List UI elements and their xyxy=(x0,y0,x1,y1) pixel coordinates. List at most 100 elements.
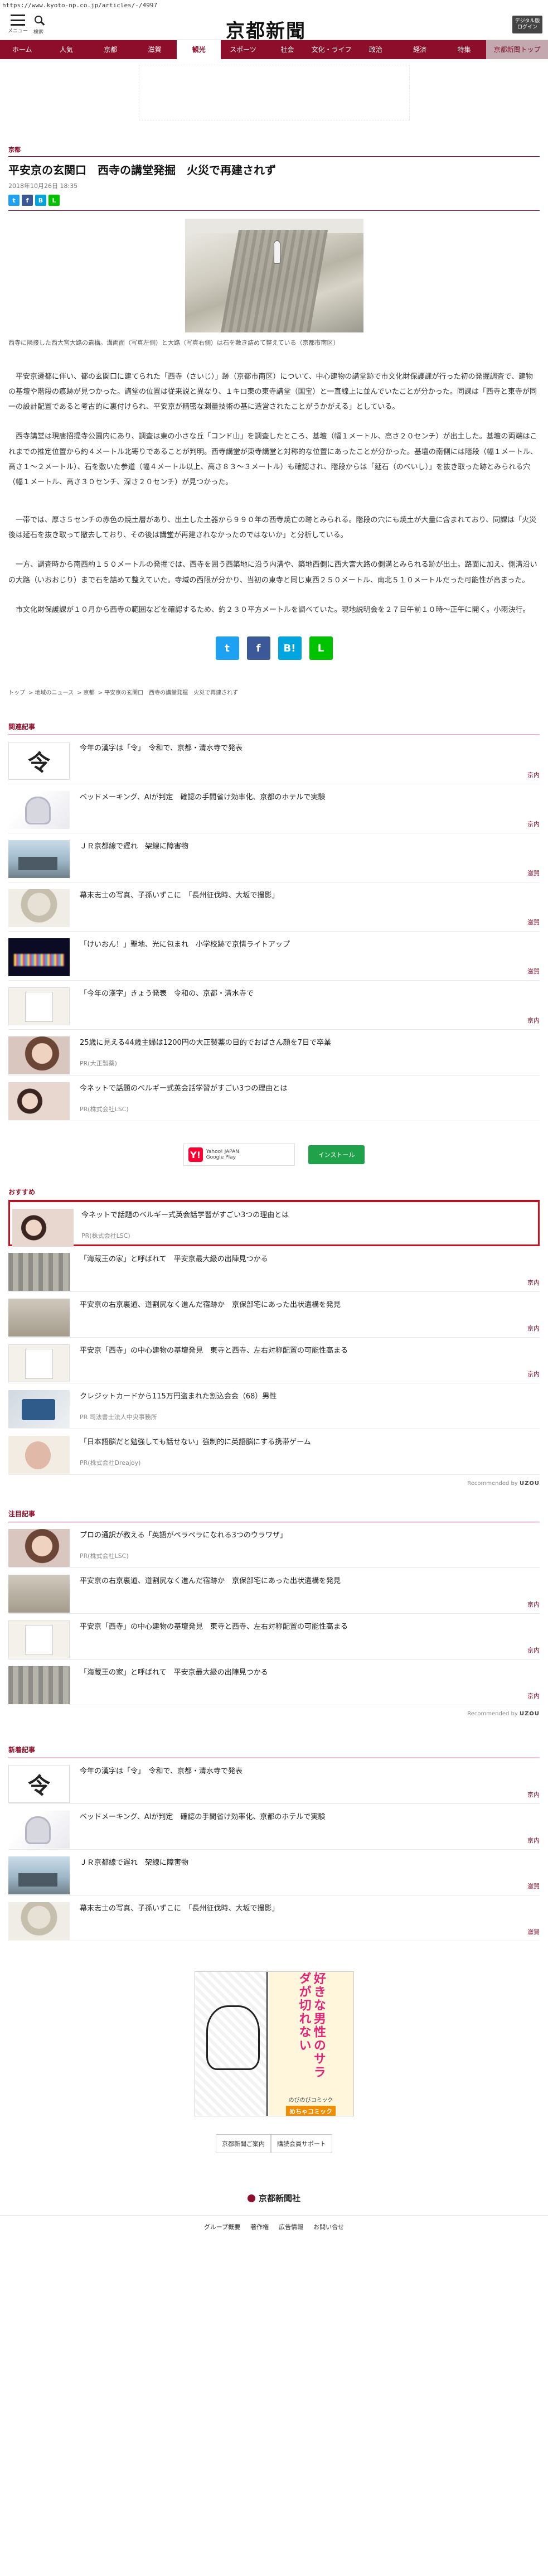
list-item[interactable]: ベッドメーキング、AIが判定 確認の手間省け効率化、京都のホテルで実験 京内 xyxy=(8,784,540,834)
thumbnail xyxy=(8,1253,70,1291)
page: https://www.kyoto-np.co.jp/articles/-/49… xyxy=(0,0,548,2576)
facebook-share-icon[interactable]: f xyxy=(22,195,33,206)
attention-list: プロの通訳が教える「英語がペラペラになれる3つのウラワザ」 PR(株式会社LSC)… xyxy=(8,1522,540,1706)
thumbnail xyxy=(8,1620,70,1659)
recommend-heading: おすすめ xyxy=(8,1187,540,1201)
facebook-share-icon[interactable]: f xyxy=(246,636,270,660)
main-nav: ホーム 人気 京都 滋賀 観光 スポーツ 社会 文化・ライフ 政治 経済 特集 … xyxy=(0,40,548,59)
list-item[interactable]: ＪＲ京都線で遅れ 架線に障害物 滋賀 xyxy=(8,833,540,883)
search-icon xyxy=(35,16,42,23)
sponsored-item[interactable]: クレジットカードから115万円盗まれた割込会会（68）男性 PR 司法書士法人中央… xyxy=(8,1383,540,1430)
nav-item-kyoto[interactable]: 京都 xyxy=(89,40,133,59)
footer-logo[interactable]: 京都新聞社 xyxy=(0,2192,548,2204)
line-share-icon[interactable]: L xyxy=(49,195,60,206)
article-paragraph: 一方、調査時から南西約１５０メートルの発掘では、西寺を囲う西築地に沿う内溝や、築… xyxy=(8,561,537,585)
thumbnail xyxy=(8,1344,70,1383)
manga-ad[interactable]: 好きな男性のサラダが切れない のびのびコミック めちゃコミック xyxy=(194,1971,354,2117)
footer-link[interactable]: 著作権 xyxy=(250,2222,269,2231)
kanji-thumbnail: 令 xyxy=(8,742,70,780)
ad-slot[interactable] xyxy=(138,65,410,120)
footer-link[interactable]: お問い合せ xyxy=(313,2222,344,2231)
list-item[interactable]: 幕末志士の写真、子孫いずこに 「長州征伐時、大坂で撮影」 滋賀 xyxy=(8,1895,540,1942)
list-item[interactable]: 平安京の右京裏道、道割尻なく進んだ宿跡か 京保部宅にあった出状遺構を発見 京内 xyxy=(8,1292,540,1338)
yahoo-app-badge[interactable]: Y! Yahoo! JAPAN Google Play xyxy=(183,1144,295,1166)
footer-link-support[interactable]: 購読会員サポート xyxy=(271,2134,332,2154)
sponsored-item[interactable]: 今ネットで話題のベルギー式英会話学習がすごい3つの理由とは PR(株式会社LSC) xyxy=(8,1200,540,1247)
nav-item-economy[interactable]: 経済 xyxy=(398,40,442,59)
thumbnail xyxy=(8,1666,70,1705)
twitter-share-icon[interactable]: t xyxy=(8,195,20,206)
nav-item-popular[interactable]: 人気 xyxy=(44,40,88,59)
list-item[interactable]: 平安京の右京裏道、道割尻なく進んだ宿跡か 京保部宅にあった出状遺構を発見 京内 xyxy=(8,1568,540,1614)
site-logo[interactable]: 京都新聞 xyxy=(226,16,306,43)
nav-item-top[interactable]: 京都新聞トップ xyxy=(486,40,548,59)
list-item[interactable]: ベッドメーキング、AIが判定 確認の手間省け効率化、京都のホテルで実験 京内 xyxy=(8,1804,540,1850)
list-item[interactable]: 平安京「西寺」の中心建物の基壇発見 東寺と西寺、左右対称配置の可能性高まる 京内 xyxy=(8,1614,540,1660)
footer-link-guide[interactable]: 京都新聞ご案内 xyxy=(216,2134,271,2154)
thumbnail xyxy=(8,840,70,879)
thumbnail xyxy=(8,1811,70,1849)
thumbnail xyxy=(8,1529,70,1567)
list-item[interactable]: 「今年の漢字」きょう発表 令和の、京都・清水寺で 京内 xyxy=(8,981,540,1030)
search-button[interactable]: 検索 xyxy=(31,16,46,35)
sponsored-item[interactable]: 25歳に見える44歳主婦は1200円の大正製薬の目的でおばさん顔を7日で卒業 PR… xyxy=(8,1030,540,1076)
manga-title: 好きな男性のサラダが切れない xyxy=(297,1972,326,2080)
powered-by[interactable]: Recommended by UZOU xyxy=(8,1480,540,1487)
list-item[interactable]: 「けいおん！」聖地、光に包まれ 小学校跡で京情ライトアップ 滋賀 xyxy=(8,932,540,981)
url-bar[interactable]: https://www.kyoto-np.co.jp/articles/-/49… xyxy=(0,0,548,11)
article-paragraph: 西寺講堂は現唐招提寺公園内にあり、調査は東の小さな丘「コンド山」を調査したところ… xyxy=(8,432,537,487)
hatena-share-icon[interactable]: B xyxy=(35,195,46,206)
install-button[interactable]: インストール xyxy=(308,1145,365,1165)
manga-illustration xyxy=(195,1972,268,2116)
thumbnail xyxy=(8,987,70,1026)
thumbnail xyxy=(8,1902,70,1941)
recommend-list: 今ネットで話題のベルギー式英会話学習がすごい3つの理由とは PR(株式会社LSC)… xyxy=(8,1200,540,1475)
nav-item-culture[interactable]: 文化・ライフ xyxy=(309,40,353,59)
article-paragraph: 平安京遷都に伴い、都の玄関口に建てられた「西寺（さいじ）」跡（京都市南区）につい… xyxy=(8,372,537,412)
sponsored-item[interactable]: プロの通訳が教える「英語がペラペラになれる3つのウラワザ」 PR(株式会社LSC) xyxy=(8,1522,540,1569)
new-list: 令今年の漢字は「令」 令和で、京都・清水寺で発表 京内 ベッドメーキング、AIが判… xyxy=(8,1758,540,1942)
nav-item-sports[interactable]: スポーツ xyxy=(221,40,265,59)
nav-item-society[interactable]: 社会 xyxy=(265,40,309,59)
list-item[interactable]: 令今年の漢字は「令」 令和で、京都・清水寺で発表 京内 xyxy=(8,1758,540,1805)
breadcrumb-item[interactable]: トップ xyxy=(8,690,25,696)
menu-button[interactable]: メニュー xyxy=(7,15,29,34)
sponsored-item[interactable]: 「日本語脳だと勉強しても話せない」強制的に英語脳にする携帯ゲーム PR(株式会社D… xyxy=(8,1429,540,1475)
yahoo-icon: Y! xyxy=(188,1147,203,1162)
hatena-share-icon[interactable]: B! xyxy=(278,636,302,660)
list-item[interactable]: 平安京「西寺」の中心建物の基壇発見 東寺と西寺、左右対称配置の可能性高まる 京内 xyxy=(8,1338,540,1384)
breadcrumb-item[interactable]: 地域のニュース xyxy=(35,690,74,696)
list-item[interactable]: 令今年の漢字は「令」 令和で、京都・清水寺で発表 京内 xyxy=(8,735,540,785)
menu-label: メニュー xyxy=(7,28,28,34)
list-item[interactable]: 「海蔵王の家」と呼ばれて 平安京最大級の出陣見つかる 京内 xyxy=(8,1246,540,1292)
thumbnail xyxy=(8,938,70,977)
list-item[interactable]: 「海蔵王の家」と呼ばれて 平安京最大級の出陣見つかる 京内 xyxy=(8,1660,540,1706)
list-item[interactable]: ＪＲ京都線で遅れ 架線に障害物 滋賀 xyxy=(8,1850,540,1896)
article-photo[interactable] xyxy=(185,219,363,332)
related-heading: 関連記事 xyxy=(8,722,540,736)
article-body: 平安京遷都に伴い、都の玄関口に建てられた「西寺（さいじ）」跡（京都市南区）につい… xyxy=(8,369,540,618)
nav-item-tourism[interactable]: 観光 xyxy=(177,40,221,59)
nav-item-shiga[interactable]: 滋賀 xyxy=(133,40,177,59)
nav-item-features[interactable]: 特集 xyxy=(442,40,486,59)
breadcrumb: トップ > 地域のニュース > 京都 > 平安京の玄関口 西寺の講堂発掘 火災で再建さ… xyxy=(8,690,239,697)
footer-link[interactable]: 広告情報 xyxy=(279,2222,303,2231)
nav-item-politics[interactable]: 政治 xyxy=(353,40,397,59)
thumbnail xyxy=(8,1299,70,1337)
company-mark-icon xyxy=(247,2194,255,2203)
line-share-icon[interactable]: L xyxy=(309,636,333,660)
digital-login-button[interactable]: デジタル版ログイン xyxy=(512,16,542,33)
divider xyxy=(8,156,540,157)
breadcrumb-item[interactable]: 京都 xyxy=(84,690,95,696)
list-item[interactable]: 幕末志士の写真、子孫いずこに 「長州征伐時、大坂で撮影」 滋賀 xyxy=(8,882,540,932)
new-heading: 新着記事 xyxy=(8,1745,540,1759)
article-category[interactable]: 京都 xyxy=(8,145,540,154)
twitter-share-icon[interactable]: t xyxy=(215,636,239,660)
footer-link[interactable]: グループ概要 xyxy=(204,2222,240,2231)
article-paragraph: 一帯では、厚さ５センチの赤色の焼土層があり、出土した土器から９９０年の西寺焼亡の… xyxy=(8,515,537,539)
powered-by[interactable]: Recommended by UZOU xyxy=(8,1711,540,1717)
share-row: t f B! L xyxy=(0,636,548,660)
sponsored-item[interactable]: 今ネットで話題のベルギー式英会話学習がすごい3つの理由とは PR(株式会社LSC) xyxy=(8,1075,540,1122)
article-title: 平安京の玄関口 西寺の講堂発掘 火災で再建されず xyxy=(8,163,276,177)
nav-item-home[interactable]: ホーム xyxy=(0,40,44,59)
